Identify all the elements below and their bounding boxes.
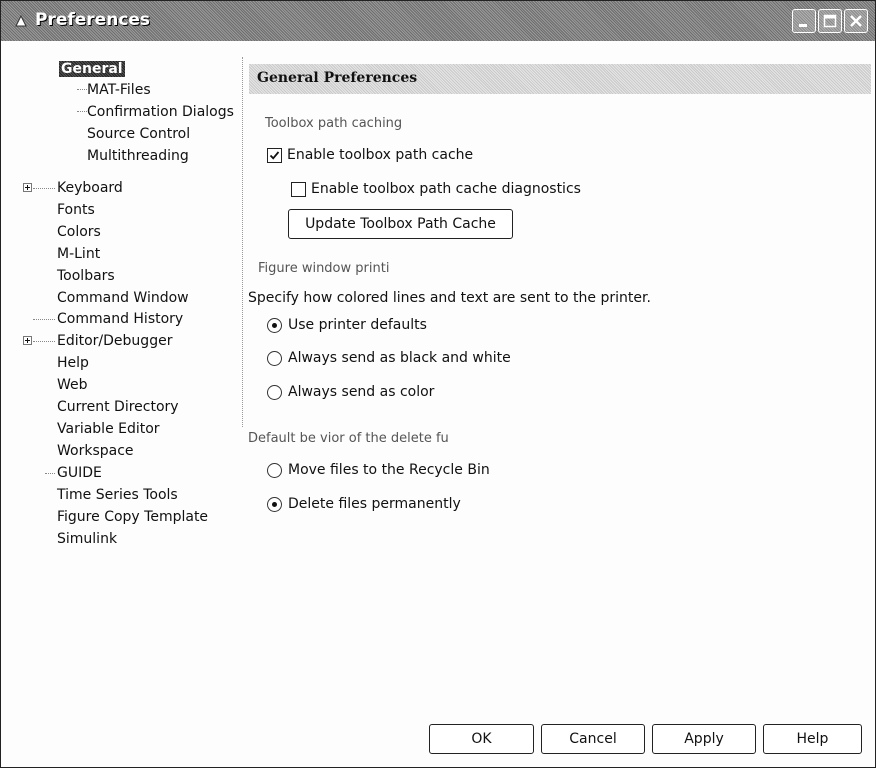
tree-item-label: GUIDE — [57, 465, 102, 481]
tree-item-variable-editor[interactable]: Variable Editor — [57, 419, 160, 439]
tree-item-label: Source Control — [87, 126, 191, 142]
tree-item-label: M-Lint — [57, 246, 101, 262]
close-icon — [850, 15, 862, 27]
preferences-tree: General MAT-Files Confirmation Dialogs S… — [21, 57, 243, 437]
tree-item-command-history[interactable]: Command History — [57, 309, 183, 329]
delete-section-label: Default be vior of the delete fu — [248, 431, 449, 446]
window-title: Preferences — [35, 10, 151, 30]
radio-circle[interactable] — [267, 350, 282, 366]
checkbox-label: Enable toolbox path cache diagnostics — [311, 181, 581, 197]
tree-item-keyboard[interactable]: Keyboard — [57, 178, 123, 198]
minimize-icon — [799, 24, 807, 27]
enable-cache-diagnostics-checkbox[interactable]: Enable toolbox path cache diagnostics — [291, 181, 581, 197]
radio-label: Use printer defaults — [288, 317, 427, 333]
use-printer-defaults-radio[interactable]: Use printer defaults — [267, 317, 427, 333]
radio-label: Delete files permanently — [288, 496, 461, 512]
checkbox-box[interactable] — [291, 181, 306, 197]
radio-label: Always send as color — [288, 384, 435, 400]
tree-connector — [33, 341, 55, 343]
tree-item-label: Help — [57, 355, 89, 371]
tree-item-multithreading[interactable]: Multithreading — [87, 146, 189, 166]
maximize-icon — [823, 14, 837, 28]
tree-item-general[interactable]: General — [59, 59, 125, 79]
tree-item-confirmation-dialogs[interactable]: Confirmation Dialogs — [87, 102, 234, 122]
tree-item-simulink[interactable]: Simulink — [57, 529, 117, 549]
tree-item-workspace[interactable]: Workspace — [57, 441, 134, 461]
tree-item-time-series-tools[interactable]: Time Series Tools — [57, 485, 178, 505]
checkbox-label: Enable toolbox path cache — [287, 147, 474, 163]
cancel-button[interactable]: Cancel — [541, 724, 645, 754]
tree-item-fonts[interactable]: Fonts — [57, 200, 95, 220]
maximize-button[interactable] — [818, 9, 842, 33]
tree-connector — [77, 89, 87, 91]
printing-section-label: Figure window printi — [258, 261, 390, 276]
radio-circle[interactable] — [267, 462, 282, 478]
tree-item-command-window[interactable]: Command Window — [57, 288, 189, 308]
tree-item-label: Toolbars — [57, 268, 115, 284]
radio-circle[interactable] — [267, 496, 282, 512]
panel-header: General Preferences — [249, 64, 871, 94]
update-toolbox-path-cache-button[interactable]: Update Toolbox Path Cache — [288, 209, 513, 239]
delete-permanently-radio[interactable]: Delete files permanently — [267, 496, 461, 512]
tree-item-label: Command History — [57, 311, 184, 327]
radio-label: Move files to the Recycle Bin — [288, 462, 490, 478]
expand-icon[interactable] — [23, 183, 32, 192]
tree-connector — [33, 319, 55, 321]
checkbox-box[interactable] — [267, 147, 282, 163]
tree-item-mat-files[interactable]: MAT-Files — [87, 80, 151, 100]
radio-circle[interactable] — [267, 317, 282, 333]
toolbox-section-label: Toolbox path caching — [265, 116, 403, 131]
tree-item-m-lint[interactable]: M-Lint — [57, 244, 100, 264]
send-black-white-radio[interactable]: Always send as black and white — [267, 350, 511, 366]
tree-item-label: Figure Copy Template — [57, 509, 209, 525]
tree-item-label: Keyboard — [57, 180, 123, 196]
radio-circle[interactable] — [267, 384, 282, 400]
tree-item-editor-debugger[interactable]: Editor/Debugger — [57, 331, 172, 351]
matlab-logo-icon — [15, 14, 27, 27]
tree-item-label: Time Series Tools — [57, 487, 178, 503]
help-button[interactable]: Help — [763, 724, 862, 754]
tree-item-web[interactable]: Web — [57, 375, 88, 395]
tree-item-label: Command Window — [57, 290, 189, 306]
tree-item-label: Workspace — [57, 443, 134, 459]
tree-item-label: Confirmation Dialogs — [87, 104, 234, 120]
tree-item-label: Editor/Debugger — [57, 333, 173, 349]
expand-icon[interactable] — [23, 336, 32, 345]
move-to-recycle-bin-radio[interactable]: Move files to the Recycle Bin — [267, 462, 490, 478]
send-color-radio[interactable]: Always send as color — [267, 384, 434, 400]
tree-item-figure-copy-template[interactable]: Figure Copy Template — [57, 507, 208, 527]
radio-label: Always send as black and white — [288, 350, 511, 366]
tree-item-label: Multithreading — [87, 148, 189, 164]
tree-connector — [33, 188, 55, 190]
tree-item-current-directory[interactable]: Current Directory — [57, 397, 179, 417]
tree-connector — [45, 473, 55, 475]
title-bar[interactable]: Preferences — [1, 1, 875, 41]
tree-item-label: Variable Editor — [57, 421, 160, 437]
tree-item-label: Colors — [57, 224, 101, 240]
checkmark-icon — [269, 150, 280, 160]
preferences-window: Preferences General MAT-Files Confirmati… — [0, 0, 876, 768]
tree-connector — [77, 111, 87, 113]
apply-button[interactable]: Apply — [652, 724, 756, 754]
tree-item-toolbars[interactable]: Toolbars — [57, 266, 115, 286]
tree-item-label: Web — [57, 377, 88, 393]
enable-toolbox-cache-checkbox[interactable]: Enable toolbox path cache — [267, 147, 473, 163]
tree-item-guide[interactable]: GUIDE — [57, 463, 102, 483]
panel-title: General Preferences — [257, 70, 418, 86]
printing-description: Specify how colored lines and text are s… — [248, 290, 651, 306]
tree-item-help[interactable]: Help — [57, 353, 89, 373]
minimize-button[interactable] — [792, 9, 816, 33]
tree-item-label: MAT-Files — [87, 82, 151, 98]
tree-item-label: Fonts — [57, 202, 95, 218]
tree-item-colors[interactable]: Colors — [57, 222, 101, 242]
ok-button[interactable]: OK — [429, 724, 534, 754]
tree-item-label: Simulink — [57, 531, 118, 547]
tree-item-source-control[interactable]: Source Control — [87, 124, 190, 144]
tree-item-label: Current Directory — [57, 399, 179, 415]
tree-item-label: General — [59, 61, 125, 77]
close-button[interactable] — [844, 9, 868, 33]
